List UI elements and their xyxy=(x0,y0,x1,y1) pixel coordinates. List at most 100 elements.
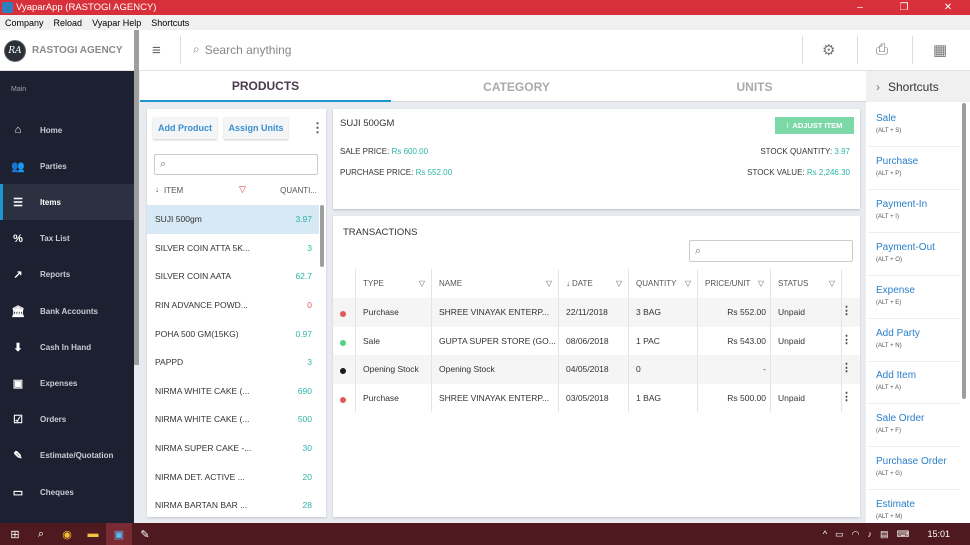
shortcut-add-item[interactable]: Add Item (ALT + A) xyxy=(868,361,960,405)
search-icon[interactable]: ⌕ xyxy=(28,523,54,545)
filter-icon[interactable]: ▽ xyxy=(546,279,552,288)
product-quantity: 28 xyxy=(302,500,312,511)
row-menu-icon[interactable]: ⋮ xyxy=(841,363,852,374)
maximize-button[interactable]: ❐ xyxy=(882,0,926,15)
printer-icon[interactable]: ⎙ xyxy=(876,41,888,58)
wifi-icon[interactable]: ◠ xyxy=(852,529,860,540)
product-search-input[interactable]: ⌕ xyxy=(154,154,318,175)
transaction-row[interactable]: Sale GUPTA SUPER STORE (GO... 08/06/2018 1 … xyxy=(333,326,860,355)
column-type[interactable]: TYPE ▽ xyxy=(355,269,431,298)
filter-icon[interactable]: ▽ xyxy=(758,279,764,288)
shortcut-payment-out[interactable]: Payment-Out (ALT + O) xyxy=(868,233,960,276)
shortcuts-header[interactable]: › Shortcuts xyxy=(866,71,970,102)
filter-icon[interactable]: ▽ xyxy=(419,279,425,288)
global-search[interactable]: ⌕ Search anything xyxy=(193,42,291,57)
product-list-scrollbar[interactable] xyxy=(320,205,324,267)
sidebar-item-home[interactable]: ⌂ Home xyxy=(0,112,134,148)
sort-down-icon[interactable]: ↓ xyxy=(566,279,570,288)
filter-icon[interactable]: ▽ xyxy=(829,279,835,288)
product-row[interactable]: NIRMA WHITE CAKE (... 690 xyxy=(147,377,319,406)
folder-icon[interactable]: ▬ xyxy=(80,523,106,545)
sidebar-item-items[interactable]: ☰ Items xyxy=(0,184,134,221)
product-row[interactable]: PAPPD 3 xyxy=(147,348,319,377)
product-row[interactable]: SILVER COIN AATA 62.7 xyxy=(147,262,319,291)
cell-name: SHREE VINAYAK ENTERP... xyxy=(431,298,558,327)
sidebar-item-cheques[interactable]: ▭ Cheques xyxy=(0,474,134,510)
transactions-search-input[interactable]: ⌕ xyxy=(689,240,853,262)
shortcut-expense[interactable]: Expense (ALT + E) xyxy=(868,276,960,319)
chevron-up-icon[interactable]: ^ xyxy=(823,529,827,539)
product-row[interactable]: RIN ADVANCE POWD... 0 xyxy=(147,291,319,320)
filter-icon[interactable]: ▽ xyxy=(616,279,622,288)
column-date[interactable]: ↓ DATE ▽ xyxy=(558,269,628,298)
notification-icon[interactable]: ▤ xyxy=(880,529,889,540)
product-row[interactable]: POHA 500 GM(15KG) 0.97 xyxy=(147,319,319,348)
assign-units-button[interactable]: Assign Units xyxy=(224,117,288,139)
transaction-row[interactable]: Opening Stock Opening Stock 04/05/2018 0- ⋮ xyxy=(333,355,860,384)
sidebar-item-estimate-quotation[interactable]: ✎ Estimate/Quotation xyxy=(0,438,134,474)
sort-down-icon[interactable]: ↓ xyxy=(155,185,159,194)
paint-icon[interactable]: ✎ xyxy=(132,523,158,545)
tab-products[interactable]: PRODUCTS xyxy=(140,71,391,102)
sidebar-item-tax-list[interactable]: % Tax List xyxy=(0,221,134,257)
battery-icon[interactable]: ▭ xyxy=(835,529,844,540)
adjust-item-button[interactable]: ⫶ ADJUST ITEM xyxy=(775,117,854,134)
calculator-icon[interactable]: ▦ xyxy=(933,41,947,59)
sidebar-item-expenses[interactable]: ▣ Expenses xyxy=(0,365,134,401)
product-row[interactable]: NIRMA DET. ACTIVE ... 20 xyxy=(147,462,319,491)
sidebar-item-orders[interactable]: ☑ Orders xyxy=(0,402,134,438)
tab-units[interactable]: UNITS xyxy=(629,71,880,102)
menu-company[interactable]: Company xyxy=(5,18,44,28)
product-row[interactable]: NIRMA BARTAN BAR ... 28 xyxy=(147,491,319,520)
sidebar-item-reports[interactable]: ↗ Reports xyxy=(0,257,134,293)
column-status[interactable]: STATUS ▽ xyxy=(770,269,841,298)
column-quantity[interactable]: QUANTI... xyxy=(280,186,317,195)
row-menu-icon[interactable]: ⋮ xyxy=(841,391,852,403)
orders-icon: ☑ xyxy=(13,414,23,427)
sidebar-scrollbar[interactable] xyxy=(134,30,139,365)
shortcut-purchase[interactable]: Purchase (ALT + P) xyxy=(868,147,960,190)
menu-shortcuts[interactable]: Shortcuts xyxy=(151,18,189,28)
shortcut-sale[interactable]: Sale (ALT + S) xyxy=(868,104,960,147)
volume-icon[interactable]: ♪ xyxy=(867,529,872,539)
shortcuts-scrollbar[interactable] xyxy=(962,103,966,399)
transaction-row[interactable]: Purchase SHREE VINAYAK ENTERP... 03/05/201… xyxy=(333,383,860,412)
product-row[interactable]: SILVER COIN ATTA 5K... 3 xyxy=(147,234,319,263)
product-row[interactable]: NIRMA WHITE CAKE (... 500 xyxy=(147,405,319,434)
close-button[interactable]: ✕ xyxy=(926,0,970,15)
column-name[interactable]: NAME ▽ xyxy=(431,269,558,298)
filter-icon[interactable]: ▽ xyxy=(239,184,246,195)
more-options-icon[interactable]: ⋮ xyxy=(311,121,324,134)
shortcut-add-party[interactable]: Add Party (ALT + N) xyxy=(868,319,960,362)
row-menu-icon[interactable]: ⋮ xyxy=(841,306,852,317)
filter-icon[interactable]: ▽ xyxy=(685,279,691,288)
menu-vyapar-help[interactable]: Vyapar Help xyxy=(92,18,141,28)
product-row[interactable]: SUJI 500gm 3.97 xyxy=(147,205,319,234)
shortcut-purchase-order[interactable]: Purchase Order (ALT + G) xyxy=(868,447,960,491)
sidebar-item-bank-accounts[interactable]: 🏛 Bank Accounts xyxy=(0,293,134,329)
minimize-button[interactable]: – xyxy=(838,0,882,15)
tab-category[interactable]: CATEGORY xyxy=(391,71,642,102)
cheques-icon: ▭ xyxy=(12,486,24,499)
vyapar-app-icon[interactable]: ▣ xyxy=(106,523,132,545)
sidebar-item-cash-in-hand[interactable]: ⬇ Cash In Hand xyxy=(0,329,134,365)
items-icon: ☰ xyxy=(13,196,23,209)
shortcut-sale-order[interactable]: Sale Order (ALT + F) xyxy=(868,404,960,448)
column-price-unit[interactable]: PRICE/UNIT ▽ xyxy=(697,269,770,298)
transaction-row[interactable]: Purchase SHREE VINAYAK ENTERP... 22/11/201… xyxy=(333,298,860,327)
menu-reload[interactable]: Reload xyxy=(54,18,83,28)
menu-icon[interactable]: ≡ xyxy=(152,43,161,58)
row-menu-icon[interactable]: ⋮ xyxy=(841,334,852,346)
add-product-button[interactable]: Add Product xyxy=(153,117,217,139)
product-row[interactable]: NIRMA SUPER CAKE -... 30 xyxy=(147,434,319,463)
column-quantity[interactable]: QUANTITY ▽ xyxy=(628,269,697,298)
sidebar-item-parties[interactable]: 👥 Parties xyxy=(0,148,134,184)
sidebar-item-label: Items xyxy=(40,197,61,207)
shortcut-payment-in[interactable]: Payment-In (ALT + I) xyxy=(868,190,960,233)
chrome-icon[interactable]: ◉ xyxy=(54,523,80,545)
gear-icon[interactable]: ⚙ xyxy=(822,41,835,59)
keyboard-icon[interactable]: ⌨ xyxy=(896,529,909,540)
windows-start-icon[interactable]: ⊞ xyxy=(2,523,28,545)
column-item[interactable]: ITEM xyxy=(164,186,183,195)
clock[interactable]: 15:01 xyxy=(927,529,950,539)
